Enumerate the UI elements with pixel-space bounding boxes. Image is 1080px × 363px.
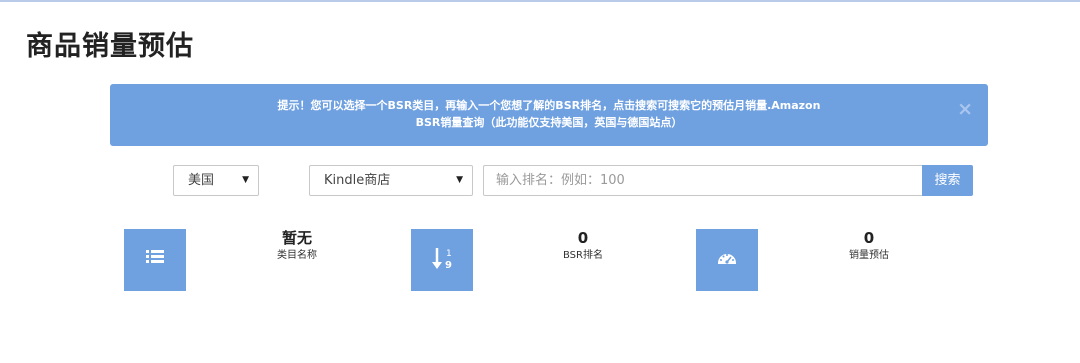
top-border [0,0,1080,2]
alert-text-line-2: BSR销量查询（此功能仅支持美国，英国与德国站点） [415,116,683,129]
alert-text-line-1: 提示！您可以选择一个BSR类目，再输入一个您想了解的BSR排名，点击搜索可搜索它… [277,99,821,112]
close-icon[interactable]: × [957,99,973,119]
country-select-value: 美国 [188,173,215,188]
sales-estimate-label: 销量预估 [849,250,889,261]
dashboard-icon [696,229,758,291]
stat-bsr-rank: 0 BSR排名 [513,229,653,263]
stat-sales-estimate: 0 销量预估 [799,229,939,263]
category-select-value: Kindle商店 [324,173,391,188]
category-name-value: 暂无 [281,229,312,247]
search-button[interactable]: 搜索 [922,165,973,196]
bsr-rank-value: 0 [577,229,589,247]
chevron-down-icon: ▼ [242,175,249,185]
svg-text:9: 9 [445,260,452,271]
page-title: 商品销量预估 [26,31,194,62]
sales-estimate-value: 0 [863,229,875,247]
chevron-down-icon: ▼ [456,175,463,185]
stat-category: 暂无 类目名称 [227,229,367,263]
rank-search-input[interactable] [483,165,923,196]
info-alert: 提示！您可以选择一个BSR类目，再输入一个您想了解的BSR排名，点击搜索可搜索它… [110,84,988,146]
svg-text:1: 1 [446,249,452,259]
sort-numeric-icon: 1 9 [411,229,473,291]
category-name-label: 类目名称 [277,250,317,261]
category-select[interactable]: Kindle商店 ▼ [309,165,473,196]
country-select[interactable]: 美国 ▼ [173,165,259,196]
bsr-rank-label: BSR排名 [563,250,603,261]
list-icon [124,229,186,291]
